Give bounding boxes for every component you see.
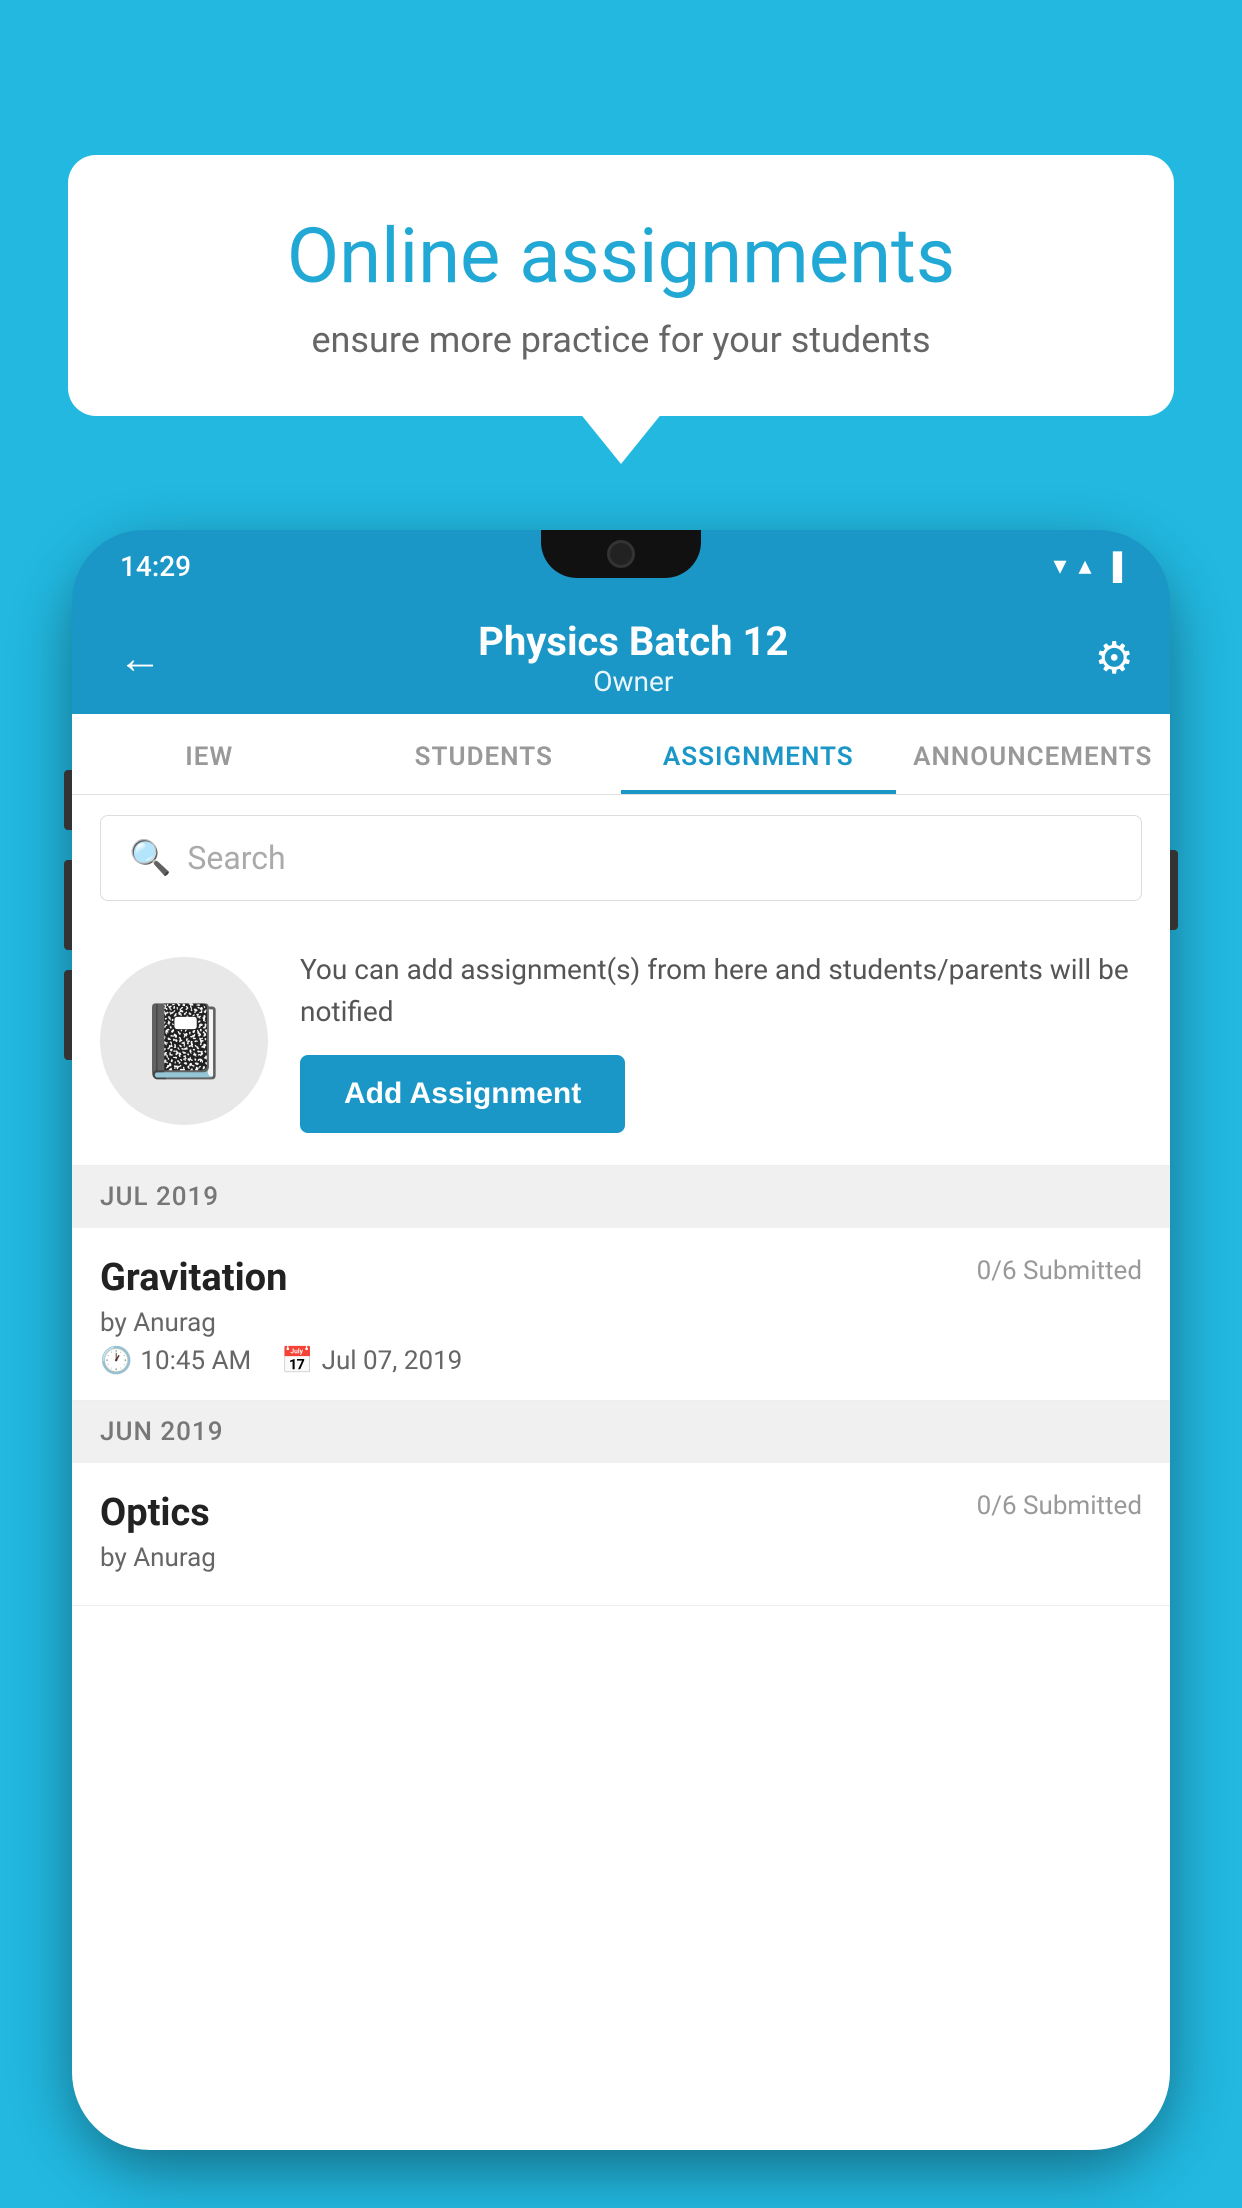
assignment-submitted-optics: 0/6 Submitted	[977, 1491, 1142, 1521]
screen-title: Physics Batch 12	[172, 618, 1095, 665]
assignment-name: Gravitation	[100, 1256, 287, 1300]
status-bar: 14:29 ▾ ▴ ▐	[72, 530, 1170, 602]
phone-outer: 14:29 ▾ ▴ ▐ ← Physics Batch 12 Owner ⚙ I…	[72, 530, 1170, 2150]
app-bar: ← Physics Batch 12 Owner ⚙	[72, 602, 1170, 714]
assignment-row: Optics 0/6 Submitted	[100, 1491, 1142, 1535]
tabs-container: IEW STUDENTS ASSIGNMENTS ANNOUNCEMENTS	[72, 714, 1170, 795]
back-button[interactable]: ←	[108, 622, 172, 694]
assignment-item-gravitation[interactable]: Gravitation 0/6 Submitted by Anurag 🕐 10…	[72, 1228, 1170, 1401]
assignment-date: 📅 Jul 07, 2019	[281, 1346, 462, 1376]
assignment-by: by Anurag	[100, 1308, 1142, 1338]
vol-up-button	[64, 770, 72, 830]
battery-icon: ▐	[1104, 551, 1122, 582]
assignment-by-optics: by Anurag	[100, 1543, 1142, 1573]
speech-bubble-container: Online assignments ensure more practice …	[68, 155, 1174, 416]
screen-subtitle: Owner	[172, 665, 1095, 698]
promo-card: 📓 You can add assignment(s) from here an…	[72, 921, 1170, 1166]
assignment-submitted: 0/6 Submitted	[977, 1256, 1142, 1286]
status-time: 14:29	[120, 550, 191, 583]
notch	[541, 530, 701, 578]
assignment-meta: 🕐 10:45 AM 📅 Jul 07, 2019	[100, 1346, 1142, 1376]
promo-content: You can add assignment(s) from here and …	[300, 949, 1142, 1133]
tab-assignments[interactable]: ASSIGNMENTS	[621, 714, 896, 794]
tab-students[interactable]: STUDENTS	[347, 714, 622, 794]
status-icons: ▾ ▴ ▐	[1053, 551, 1122, 582]
power-button	[1170, 850, 1178, 930]
assignment-row: Gravitation 0/6 Submitted	[100, 1256, 1142, 1300]
phone-container: 14:29 ▾ ▴ ▐ ← Physics Batch 12 Owner ⚙ I…	[72, 530, 1170, 2208]
notebook-icon: 📓	[139, 999, 229, 1084]
settings-icon[interactable]: ⚙	[1095, 632, 1134, 684]
search-placeholder: Search	[187, 839, 285, 877]
phone-screen: IEW STUDENTS ASSIGNMENTS ANNOUNCEMENTS 🔍…	[72, 714, 1170, 2150]
month-header-jul: JUL 2019	[72, 1166, 1170, 1228]
tab-announcements[interactable]: ANNOUNCEMENTS	[896, 714, 1171, 794]
speech-bubble: Online assignments ensure more practice …	[68, 155, 1174, 416]
promo-description: You can add assignment(s) from here and …	[300, 949, 1142, 1033]
silent-button	[64, 970, 72, 1060]
search-icon: 🔍	[129, 838, 171, 878]
speech-bubble-subtitle: ensure more practice for your students	[138, 319, 1104, 361]
assignment-item-optics[interactable]: Optics 0/6 Submitted by Anurag	[72, 1463, 1170, 1606]
promo-icon-circle: 📓	[100, 957, 268, 1125]
assignment-name-optics: Optics	[100, 1491, 210, 1535]
search-container: 🔍 Search	[72, 795, 1170, 921]
wifi-icon: ▾	[1053, 551, 1066, 581]
signal-icon: ▴	[1079, 551, 1092, 581]
month-header-jun: JUN 2019	[72, 1401, 1170, 1463]
tab-iew[interactable]: IEW	[72, 714, 347, 794]
assignment-time: 🕐 10:45 AM	[100, 1346, 251, 1376]
app-bar-center: Physics Batch 12 Owner	[172, 618, 1095, 698]
add-assignment-button[interactable]: Add Assignment	[300, 1055, 625, 1133]
vol-down-button	[64, 860, 72, 950]
search-bar[interactable]: 🔍 Search	[100, 815, 1142, 901]
clock-icon: 🕐	[100, 1346, 132, 1376]
camera	[607, 540, 635, 568]
calendar-icon: 📅	[281, 1346, 313, 1376]
speech-bubble-title: Online assignments	[138, 215, 1104, 299]
